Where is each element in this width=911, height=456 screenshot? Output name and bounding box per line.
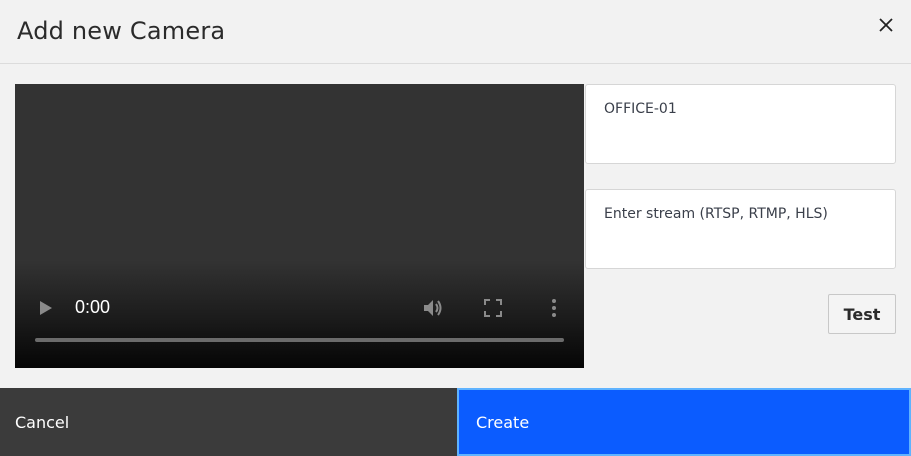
more-options-button[interactable] — [549, 297, 559, 319]
dialog-footer: Cancel Create — [0, 388, 911, 456]
create-button[interactable]: Create — [457, 388, 911, 456]
volume-icon — [424, 300, 442, 316]
close-button[interactable] — [874, 13, 898, 37]
fullscreen-button[interactable] — [484, 299, 502, 317]
dialog-title: Add new Camera — [17, 17, 226, 45]
play-icon — [40, 301, 52, 315]
video-timeline[interactable] — [35, 338, 564, 342]
video-preview[interactable]: 0:00 — [15, 84, 584, 368]
volume-button[interactable] — [422, 297, 444, 319]
stream-url-input[interactable] — [604, 206, 884, 222]
dialog-header: Add new Camera — [0, 0, 911, 64]
cancel-button[interactable]: Cancel — [0, 388, 457, 456]
more-vertical-icon — [552, 299, 556, 317]
test-button[interactable]: Test — [828, 294, 896, 334]
close-icon — [879, 18, 893, 32]
add-camera-dialog: Add new Camera 0:00 OFFICE-01 Enter stre… — [0, 0, 911, 456]
stream-url-field — [585, 189, 896, 269]
play-button[interactable] — [39, 298, 57, 318]
camera-name-field — [585, 84, 896, 164]
video-time: 0:00 — [75, 297, 111, 317]
camera-name-input[interactable] — [604, 101, 884, 117]
fullscreen-icon — [484, 299, 502, 317]
